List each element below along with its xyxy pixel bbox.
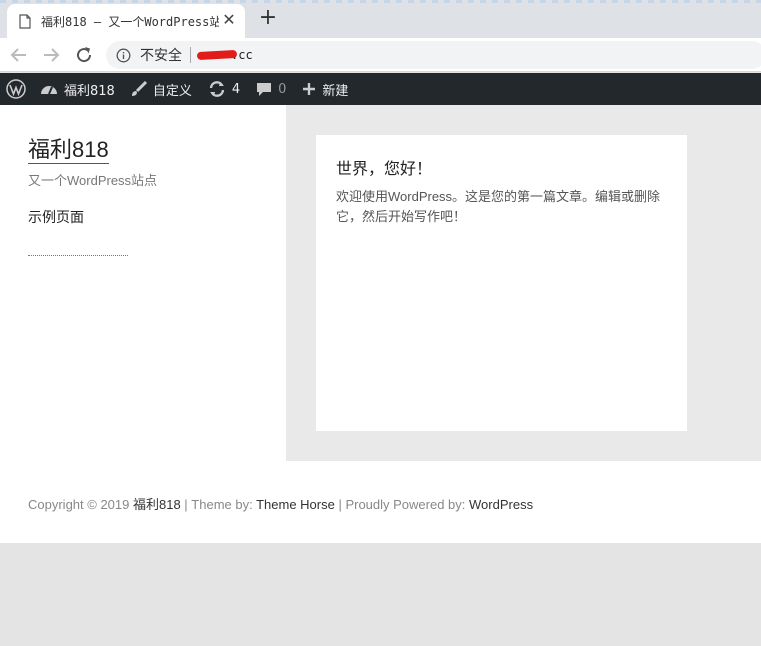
address-bar[interactable]: 不安全 .cc xyxy=(106,41,761,69)
page-icon xyxy=(19,13,31,29)
admin-site-name: 福利818 xyxy=(64,83,115,99)
comments-button[interactable]: 0 xyxy=(248,73,294,105)
comments-count: 0 xyxy=(278,81,287,97)
tab-strip: 福利818 – 又一个WordPress站点 ✕ + xyxy=(0,0,761,38)
sidebar: 福利818 又一个WordPress站点 示例页面 xyxy=(28,137,268,256)
updates-count: 4 xyxy=(231,81,241,97)
footer-wordpress-link[interactable]: WordPress xyxy=(469,497,533,512)
new-label: 新建 xyxy=(322,83,349,99)
footer-theme-link[interactable]: Theme Horse xyxy=(256,497,335,512)
omnibox-separator xyxy=(190,47,191,63)
tab-title: 福利818 – 又一个WordPress站点 xyxy=(41,14,219,29)
post-card: 世界，您好！ 欢迎使用WordPress。这是您的第一篇文章。编辑或删除它，然后… xyxy=(316,135,687,431)
new-content-button[interactable]: 新建 xyxy=(294,73,356,105)
post-excerpt: 欢迎使用WordPress。这是您的第一篇文章。编辑或删除它，然后开始写作吧！ xyxy=(336,189,661,224)
comment-bubble-icon xyxy=(257,83,272,96)
footer-site-link[interactable]: 福利818 xyxy=(133,497,181,512)
tabstrip-decoration xyxy=(0,0,761,3)
customize-button[interactable]: 自定义 xyxy=(123,73,200,105)
content-area: 世界，您好！ 欢迎使用WordPress。这是您的第一篇文章。编辑或删除它，然后… xyxy=(286,105,761,461)
footer-theme-by: | Theme by: xyxy=(180,497,257,512)
wp-admin-bar: 福利818 自定义 4 0 新建 xyxy=(0,73,761,105)
wordpress-logo-icon xyxy=(6,79,26,99)
menu-item-sample-page[interactable]: 示例页面 xyxy=(28,207,268,227)
site-footer: Copyright © 2019 福利818 | Theme by: Theme… xyxy=(28,494,533,513)
post-title[interactable]: 世界，您好！ xyxy=(336,155,667,179)
plus-icon xyxy=(303,83,316,95)
site-description: 又一个WordPress站点 xyxy=(28,173,158,188)
site-title[interactable]: 福利818 xyxy=(28,137,109,164)
admin-site-name-button[interactable]: 福利818 xyxy=(32,73,123,105)
menu-divider xyxy=(28,255,128,256)
info-icon[interactable] xyxy=(116,48,131,63)
browser-tab[interactable]: 福利818 – 又一个WordPress站点 ✕ xyxy=(7,4,245,38)
updates-icon xyxy=(209,81,225,97)
close-tab-icon[interactable]: ✕ xyxy=(221,12,237,28)
footer-copyright: Copyright © 2019 xyxy=(28,497,133,512)
reload-icon[interactable] xyxy=(73,44,95,66)
customize-label: 自定义 xyxy=(152,83,192,99)
page-content: 福利818 又一个WordPress站点 示例页面 世界，您好！ 欢迎使用Wor… xyxy=(0,105,761,543)
security-status: 不安全 xyxy=(140,48,182,64)
footer-powered-by: | Proudly Powered by: xyxy=(334,497,470,512)
url-text: .cc xyxy=(196,48,253,62)
forward-arrow-icon[interactable] xyxy=(40,44,62,66)
updates-button[interactable]: 4 xyxy=(200,73,248,105)
back-arrow-icon[interactable] xyxy=(8,44,30,66)
wordpress-logo-button[interactable] xyxy=(0,73,32,105)
new-tab-icon[interactable]: + xyxy=(258,7,278,29)
dashboard-icon xyxy=(41,86,57,95)
paintbrush-icon xyxy=(131,81,147,96)
browser-toolbar: 不安全 .cc xyxy=(0,38,761,72)
